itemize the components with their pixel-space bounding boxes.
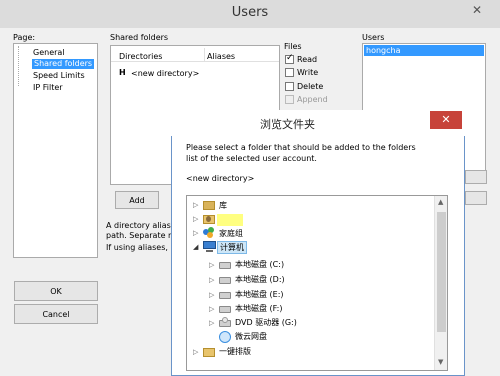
users-side-button-1[interactable] <box>465 170 487 184</box>
page-label: Page: <box>13 33 36 42</box>
tree-item-homegroup[interactable]: 家庭组 <box>219 228 243 241</box>
tree-item-cloud-drive[interactable]: 微云网盘 <box>235 331 267 344</box>
read-checkbox[interactable] <box>285 53 294 64</box>
expand-arrow-icon[interactable]: ▷ <box>209 305 214 313</box>
tree-item-computer[interactable]: 计算机 <box>217 241 247 254</box>
tree-line <box>18 46 19 86</box>
tree-item-drive-e[interactable]: 本地磁盘 (E:) <box>235 289 284 302</box>
drive-icon <box>219 292 231 299</box>
home-directory-marker: H <box>119 68 126 77</box>
expand-arrow-icon[interactable]: ▷ <box>209 291 214 299</box>
dvd-drive-icon <box>219 317 231 327</box>
expand-arrow-icon[interactable]: ▷ <box>193 229 198 237</box>
append-checkbox[interactable] <box>285 95 294 104</box>
drive-icon <box>219 306 231 313</box>
tree-item-user-folder[interactable] <box>217 214 243 226</box>
browse-dialog-title: 浏览文件夹 <box>260 118 315 131</box>
tree-item-library[interactable]: 库 <box>219 200 227 213</box>
cloud-drive-icon <box>219 331 231 343</box>
delete-checkbox[interactable] <box>285 82 294 91</box>
instruction-line-1: Please select a folder that should be ad… <box>186 143 416 152</box>
collapse-arrow-icon[interactable]: ◢ <box>193 243 198 251</box>
current-path: <new directory> <box>186 174 255 183</box>
tree-item-dvd-g[interactable]: DVD 驱动器 (G:) <box>235 317 297 330</box>
library-icon <box>203 201 215 210</box>
user-folder-icon <box>203 214 215 225</box>
scroll-up-icon[interactable]: ▲ <box>438 198 443 206</box>
write-label: Write <box>297 68 319 77</box>
scrollbar-thumb[interactable] <box>437 212 446 332</box>
cancel-button[interactable]: Cancel <box>14 304 98 324</box>
expand-arrow-icon[interactable]: ▷ <box>193 201 198 209</box>
tree-item-drive-d[interactable]: 本地磁盘 (D:) <box>235 274 285 287</box>
users-close-button[interactable]: ✕ <box>463 3 491 21</box>
instruction-line-2: list of the selected user account. <box>186 154 317 163</box>
expand-arrow-icon[interactable]: ▷ <box>209 319 214 327</box>
users-side-button-2[interactable] <box>465 191 487 205</box>
browse-dialog-titlebar[interactable] <box>171 110 465 136</box>
shared-folders-label: Shared folders <box>110 33 169 42</box>
write-checkbox[interactable] <box>285 68 294 77</box>
users-label: Users <box>362 33 385 42</box>
scroll-down-icon[interactable]: ▼ <box>438 358 443 366</box>
column-divider <box>204 48 205 61</box>
column-aliases[interactable]: Aliases <box>207 52 235 61</box>
expand-arrow-icon[interactable]: ▷ <box>209 276 214 284</box>
page-tree: General Shared folders Speed Limits IP F… <box>13 43 98 258</box>
expand-arrow-icon[interactable]: ▷ <box>193 348 198 356</box>
page-item-ip-filter[interactable]: IP Filter <box>33 83 63 93</box>
tree-item-drive-f[interactable]: 本地磁盘 (F:) <box>235 303 282 316</box>
read-label: Read <box>297 55 318 64</box>
tree-item-drive-c[interactable]: 本地磁盘 (C:) <box>235 259 284 272</box>
page-item-general[interactable]: General <box>33 48 65 58</box>
homegroup-icon <box>203 227 215 239</box>
drive-icon <box>219 277 231 284</box>
users-window-title: Users <box>231 5 269 20</box>
add-button[interactable]: Add <box>115 191 159 209</box>
page-item-shared-folders[interactable]: Shared folders <box>32 59 95 69</box>
user-item-hongcha[interactable]: hongcha <box>364 45 484 56</box>
expand-arrow-icon[interactable]: ▷ <box>193 215 198 223</box>
tree-scrollbar[interactable]: ▲ ▼ <box>434 196 447 370</box>
page-item-speed-limits[interactable]: Speed Limits <box>33 71 85 81</box>
files-label: Files <box>284 42 302 51</box>
folder-icon <box>203 348 215 357</box>
expand-arrow-icon[interactable]: ▷ <box>209 261 214 269</box>
column-directories[interactable]: Directories <box>119 52 162 61</box>
computer-icon <box>203 241 216 253</box>
browse-dialog-close-button[interactable]: ✕ <box>430 111 462 129</box>
drive-icon <box>219 262 231 269</box>
tree-item-yijian-paiban[interactable]: 一键排版 <box>219 346 251 359</box>
folder-tree[interactable]: ▷ 库 ▷ ▷ 家庭组 ◢ 计算机 ▷ 本地磁盘 (C:) ▷ 本地磁盘 (D:… <box>186 195 448 371</box>
ok-button[interactable]: OK <box>14 281 98 301</box>
directory-cell[interactable]: <new directory> <box>131 69 199 78</box>
append-label: Append <box>297 95 328 104</box>
delete-label: Delete <box>297 82 324 91</box>
